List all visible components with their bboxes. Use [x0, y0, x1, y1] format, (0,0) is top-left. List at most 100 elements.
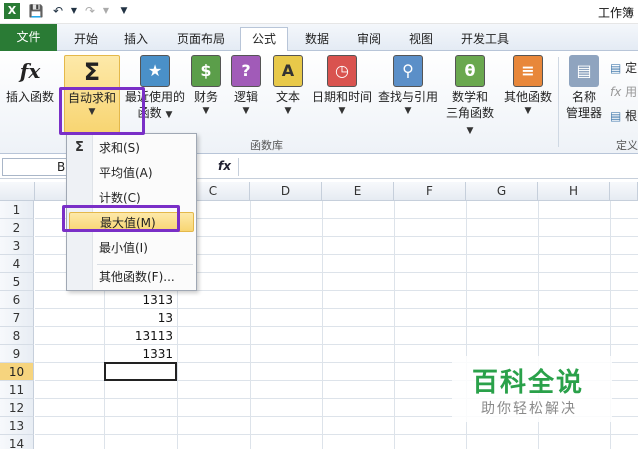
sigma-icon: Σ	[75, 140, 84, 155]
financial-dropdown-icon: ▼	[202, 106, 210, 116]
row-header[interactable]: 4	[0, 255, 34, 273]
tab-view[interactable]: 视图	[398, 28, 444, 50]
row-header[interactable]: 9	[0, 345, 34, 363]
financial-label: 财务	[193, 90, 218, 104]
text-book-icon: A	[273, 55, 303, 87]
lookup-dropdown-icon: ▼	[404, 106, 412, 116]
insert-function-label: 插入函数	[5, 90, 54, 104]
menu-item-more-functions[interactable]: 其他函数(F)...	[99, 267, 175, 287]
cell-b6[interactable]: 1313	[104, 291, 177, 309]
name-tag-icon: ▤	[569, 55, 599, 87]
defined-names-group-label: 定义	[616, 139, 638, 152]
tab-home[interactable]: 开始	[64, 28, 108, 50]
column-header-f[interactable]: F	[394, 182, 466, 201]
row-header[interactable]: 11	[0, 381, 34, 399]
tab-developer[interactable]: 开发工具	[452, 28, 518, 50]
tab-data[interactable]: 数据	[294, 28, 340, 50]
row-header[interactable]: 8	[0, 327, 34, 345]
row-header[interactable]: 1	[0, 201, 34, 219]
more-books-icon: ≡	[513, 55, 543, 87]
row-header[interactable]: 7	[0, 309, 34, 327]
active-cell-b10[interactable]	[104, 362, 177, 381]
undo-icon[interactable]: ↶	[50, 3, 66, 19]
function-library-group-label: 函数库	[250, 139, 283, 152]
fx-icon: fx	[19, 59, 41, 83]
customize-qat-icon[interactable]: ▼	[116, 3, 132, 19]
datetime-button[interactable]: ◷ 日期和时间 ▼	[310, 55, 374, 117]
more-functions-button[interactable]: ≡ 其他函数 ▼	[502, 55, 554, 117]
logical-button[interactable]: ? 逻辑 ▼	[228, 55, 264, 117]
column-header-h[interactable]: H	[538, 182, 610, 201]
menu-divider	[97, 264, 193, 265]
gridline	[35, 434, 638, 435]
logical-label: 逻辑	[233, 90, 258, 104]
sigma-icon: Σ	[83, 58, 101, 86]
financial-button[interactable]: $ 财务 ▼	[188, 55, 224, 117]
logical-book-icon: ?	[231, 55, 261, 87]
gridline	[394, 201, 395, 449]
highlight-max-item	[62, 205, 180, 232]
window-title: 工作簿	[597, 6, 634, 20]
tab-formulas[interactable]: 公式	[240, 27, 288, 51]
use-in-formula-button[interactable]: fx 用	[610, 83, 637, 100]
column-header-g[interactable]: G	[466, 182, 538, 201]
cell-b8[interactable]: 13113	[104, 327, 177, 345]
insert-function-button[interactable]: fx 插入函数	[2, 55, 58, 105]
ribbon-group-separator	[558, 57, 559, 147]
magnifier-book-icon: ⚲	[393, 55, 423, 87]
highlight-autosum	[59, 87, 145, 135]
menu-item-sum[interactable]: 求和(S)	[99, 138, 140, 158]
create-from-selection-button[interactable]: ▤ 根	[610, 107, 637, 124]
name-box[interactable]: B	[2, 158, 70, 176]
cell-b9[interactable]: 1331	[104, 345, 177, 363]
name-manager-label-1: 名称	[571, 90, 596, 104]
row-header[interactable]: 12	[0, 399, 34, 417]
column-header-d[interactable]: D	[250, 182, 322, 201]
datetime-label: 日期和时间	[311, 90, 372, 104]
watermark-logo-text: 百科全说	[472, 368, 585, 398]
row-header-selected[interactable]: 10	[0, 363, 34, 381]
lookup-label: 查找与引用	[377, 90, 438, 104]
select-all-corner[interactable]	[0, 182, 35, 201]
formula-input[interactable]	[238, 158, 636, 176]
row-header[interactable]: 13	[0, 417, 34, 435]
define-name-button[interactable]: ▤ 定	[610, 59, 637, 76]
name-manager-button[interactable]: ▤ 名称 管理器	[562, 55, 606, 121]
math-label-2: 三角函数 ▼	[445, 106, 494, 136]
name-manager-label-2: 管理器	[565, 106, 602, 120]
tab-page-layout[interactable]: 页面布局	[168, 28, 234, 50]
theta-book-icon: θ	[455, 55, 485, 87]
gridline	[250, 201, 251, 449]
undo-dropdown-icon[interactable]: ▼	[66, 3, 82, 19]
tab-file[interactable]: 文件	[0, 24, 57, 51]
text-label: 文本	[275, 90, 300, 104]
row-header[interactable]: 14	[0, 435, 34, 449]
watermark-slogan: 助你轻松解决	[481, 401, 577, 417]
text-button[interactable]: A 文本 ▼	[268, 55, 308, 117]
ribbon-tabs: 文件 开始 插入 页面布局 公式 数据 审阅 视图 开发工具	[0, 24, 638, 51]
row-header[interactable]: 2	[0, 219, 34, 237]
star-book-icon: ★	[140, 55, 170, 87]
row-header[interactable]: 3	[0, 237, 34, 255]
financial-book-icon: $	[191, 55, 221, 87]
save-icon[interactable]: 💾	[28, 3, 44, 19]
redo-icon[interactable]: ↷	[82, 3, 98, 19]
column-header-i[interactable]	[610, 182, 638, 201]
menu-item-average[interactable]: 平均值(A)	[99, 163, 153, 183]
row-header[interactable]: 6	[0, 291, 34, 309]
tab-review[interactable]: 审阅	[346, 28, 392, 50]
lookup-button[interactable]: ⚲ 查找与引用 ▼	[376, 55, 440, 117]
tab-insert[interactable]: 插入	[114, 28, 158, 50]
column-header-e[interactable]: E	[322, 182, 394, 201]
cell-b7[interactable]: 13	[104, 309, 177, 327]
row-header[interactable]: 5	[0, 273, 34, 291]
clock-book-icon: ◷	[327, 55, 357, 87]
redo-dropdown-icon[interactable]: ▼	[98, 3, 114, 19]
excel-logo-icon[interactable]: X	[4, 3, 20, 19]
more-functions-label: 其他函数	[503, 90, 552, 104]
fx-insert-function-icon[interactable]: fx	[218, 159, 231, 173]
text-dropdown-icon: ▼	[284, 106, 292, 116]
math-trig-button[interactable]: θ 数学和 三角函数 ▼	[442, 55, 498, 137]
math-label-1: 数学和	[451, 90, 488, 104]
menu-item-min[interactable]: 最小值(I)	[99, 238, 148, 258]
